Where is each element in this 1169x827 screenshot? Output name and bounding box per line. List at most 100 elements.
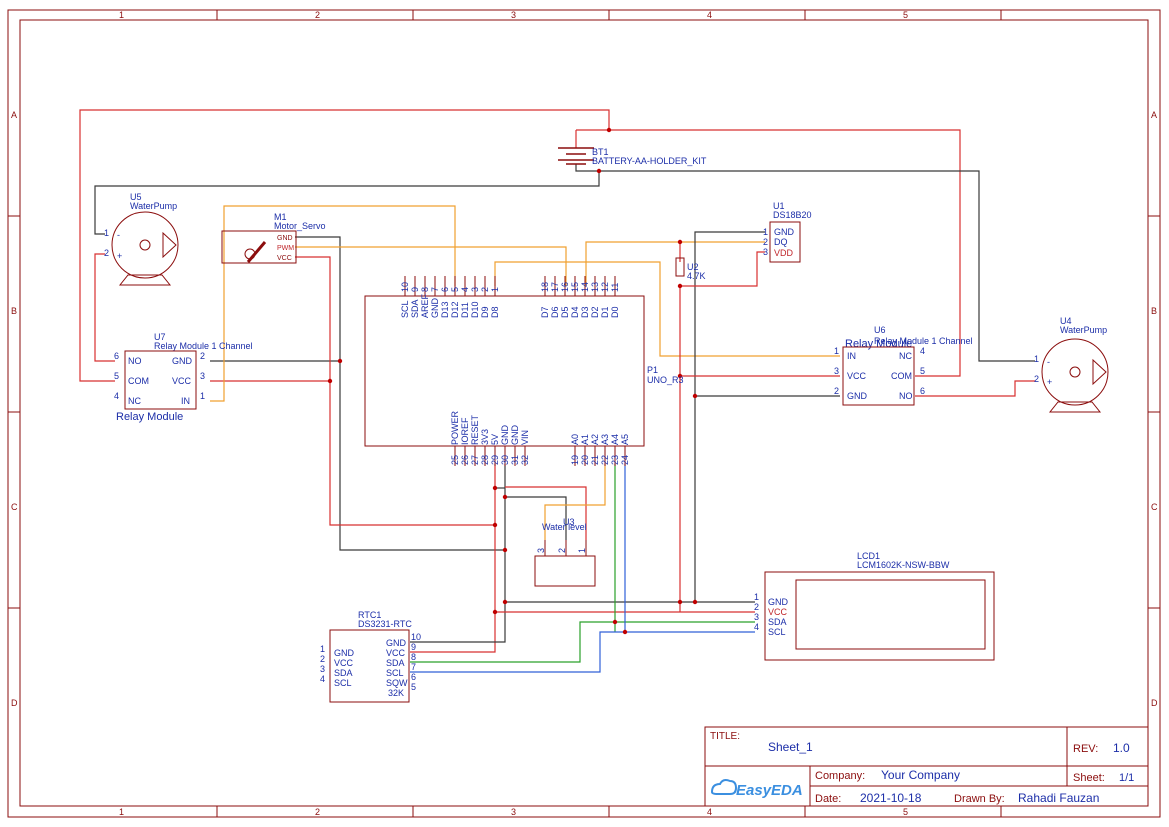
p1-pin-label: IOREF xyxy=(460,417,470,445)
u7-pin-label: NC xyxy=(128,396,141,406)
p1-pin-num: 16 xyxy=(560,282,570,292)
p1-pin-num: 26 xyxy=(460,455,470,465)
m1-name: Motor_Servo xyxy=(274,221,326,231)
p1-pin-num: 10 xyxy=(400,282,410,292)
p1-pin-num: 9 xyxy=(410,287,420,292)
u6-pin-num: 4 xyxy=(920,346,925,356)
rtc1-pin-label: VCC xyxy=(334,658,354,668)
p1-name: UNO_R3 xyxy=(647,375,684,385)
rtc1-pin-num: 9 xyxy=(411,642,416,652)
p1-pin-num: 25 xyxy=(450,455,460,465)
row-letter-right: D xyxy=(1151,698,1158,708)
u7-pin-label: COM xyxy=(128,376,149,386)
wire-scl[interactable] xyxy=(410,464,626,673)
rtc1-name: DS3231-RTC xyxy=(358,619,412,629)
wire-ds18-gnd[interactable] xyxy=(694,231,765,602)
p1-pin-label: A1 xyxy=(580,434,590,445)
lcd-display-lcd1[interactable]: LCD1 LCM1602K-NSW-BBW 1 2 3 4 GND VCC SD… xyxy=(754,551,995,661)
u6-ref: U6 xyxy=(874,325,886,335)
sheet-label: Sheet: xyxy=(1073,772,1105,784)
p1-pin-label: GND xyxy=(500,425,510,446)
u5-name: WaterPump xyxy=(130,201,177,211)
relay-module-u6[interactable]: U6 Relay Module 1 Channel Relay Module 1… xyxy=(834,325,973,406)
p1-pin-label: A4 xyxy=(610,434,620,445)
wire-servo-vcc[interactable] xyxy=(295,256,331,381)
rev-value: 1.0 xyxy=(1113,741,1130,755)
p1-pin-num: 18 xyxy=(540,282,550,292)
wire-servo-pwm[interactable] xyxy=(295,246,567,286)
wire-battery-negative-right[interactable] xyxy=(599,170,1035,362)
u4-minus: - xyxy=(1047,357,1050,367)
col-number-bottom: 4 xyxy=(707,807,712,817)
water-pump-u4[interactable]: U4 WaterPump 1 2 - + xyxy=(1034,316,1109,413)
title-value: Sheet_1 xyxy=(768,740,813,754)
sensor-ds18b20-u1[interactable]: U1 DS18B20 1 2 3 GND DQ VDD xyxy=(763,201,812,263)
u3-name: Water level xyxy=(542,522,587,532)
u7-caption: Relay Module xyxy=(116,411,183,423)
u3-pin-num: 2 xyxy=(557,548,567,553)
p1-pin-label: SCL xyxy=(400,300,410,318)
lcd1-pin-label: SDA xyxy=(768,617,787,627)
u6-pin-num: 5 xyxy=(920,366,925,376)
wire-water-gnd[interactable] xyxy=(505,496,567,540)
u6-pin-label: NO xyxy=(899,391,913,401)
u1-name: DS18B20 xyxy=(773,210,812,220)
p1-pin-label: D11 xyxy=(460,302,470,318)
wire-sda[interactable] xyxy=(410,464,616,663)
rtc-module-rtc1[interactable]: RTC1 DS3231-RTC 1 2 3 4 GND VCC SDA SCL … xyxy=(320,610,421,703)
rtc1-pin-num: 8 xyxy=(411,652,416,662)
p1-pin-num: 31 xyxy=(510,455,520,465)
wire-ds18-vdd[interactable] xyxy=(679,251,765,612)
u7-pin-num: 4 xyxy=(114,391,119,401)
wires xyxy=(79,109,1035,673)
row-letter-left: A xyxy=(11,110,17,120)
p1-pin-label: D5 xyxy=(560,306,570,318)
wire-u5-pin2[interactable] xyxy=(94,253,115,362)
wire-uno-gnd[interactable] xyxy=(410,464,506,643)
p1-pin-label: D8 xyxy=(490,306,500,318)
p1-pin-label: D7 xyxy=(540,306,550,318)
p1-pin-num: 7 xyxy=(430,287,440,292)
arduino-uno-p1[interactable]: P1 UNO_R3 10SCL9SDA8AREF7GND6D135D124D11… xyxy=(364,276,684,466)
p1-pin-num: 22 xyxy=(600,455,610,465)
relay-module-u7[interactable]: U7 Relay Module 1 Channel 6 5 4 NO COM N… xyxy=(114,332,253,423)
water-level-sensor-u3[interactable]: U3 Water level 3 2 1 xyxy=(534,517,596,587)
p1-pin-label: D6 xyxy=(550,306,560,318)
u6-pin-label: NC xyxy=(899,351,912,361)
lcd1-pin-label: GND xyxy=(768,597,789,607)
col-number-bottom: 5 xyxy=(903,807,908,817)
u6-pin-label: COM xyxy=(891,371,912,381)
p1-pin-num: 32 xyxy=(520,455,530,465)
wire-servo-gnd[interactable] xyxy=(295,236,341,361)
easyeda-logo: EasyEDA xyxy=(710,779,803,799)
p1-pin-num: 15 xyxy=(570,282,580,292)
wire-uno-5v[interactable] xyxy=(410,464,496,653)
p1-pin-num: 3 xyxy=(470,287,480,292)
u1-pin-num: 3 xyxy=(763,247,768,257)
p1-pin-num: 2 xyxy=(480,287,490,292)
row-letter-left: B xyxy=(11,306,17,316)
wire-u7-vcc[interactable] xyxy=(210,380,495,526)
schematic-sheet: 1 2 3 4 5 1 2 3 4 5 A B C D A B C D BT1 … xyxy=(7,9,1161,818)
u7-pin-num: 3 xyxy=(200,371,205,381)
p1-pin-label: 3V3 xyxy=(480,429,490,445)
title-label: TITLE: xyxy=(710,731,740,742)
u6-pin-num: 1 xyxy=(834,346,839,356)
p1-pin-label: A0 xyxy=(570,434,580,445)
u6-pin-num: 2 xyxy=(834,386,839,396)
rtc1-pin-num: 6 xyxy=(411,672,416,682)
wire-u4-pin2[interactable] xyxy=(915,380,1035,397)
p1-pin-label: RESET xyxy=(470,414,480,445)
u6-pin-num: 3 xyxy=(834,366,839,376)
rtc1-pin-num: 2 xyxy=(320,654,325,664)
junctions xyxy=(327,127,698,635)
water-pump-u5[interactable]: U5 WaterPump 1 2 - + xyxy=(104,192,179,286)
rtc1-pin-num: 5 xyxy=(411,682,416,692)
p1-pin-num: 24 xyxy=(620,455,630,465)
rtc1-pin-num: 7 xyxy=(411,662,416,672)
u5-plus: + xyxy=(117,251,122,261)
battery-bt1[interactable]: BT1 BATTERY-AA-HOLDER_KIT xyxy=(558,147,707,166)
u4-pin2-num: 2 xyxy=(1034,374,1039,384)
u6-pin-num: 6 xyxy=(920,386,925,396)
company-label: Company: xyxy=(815,770,865,782)
